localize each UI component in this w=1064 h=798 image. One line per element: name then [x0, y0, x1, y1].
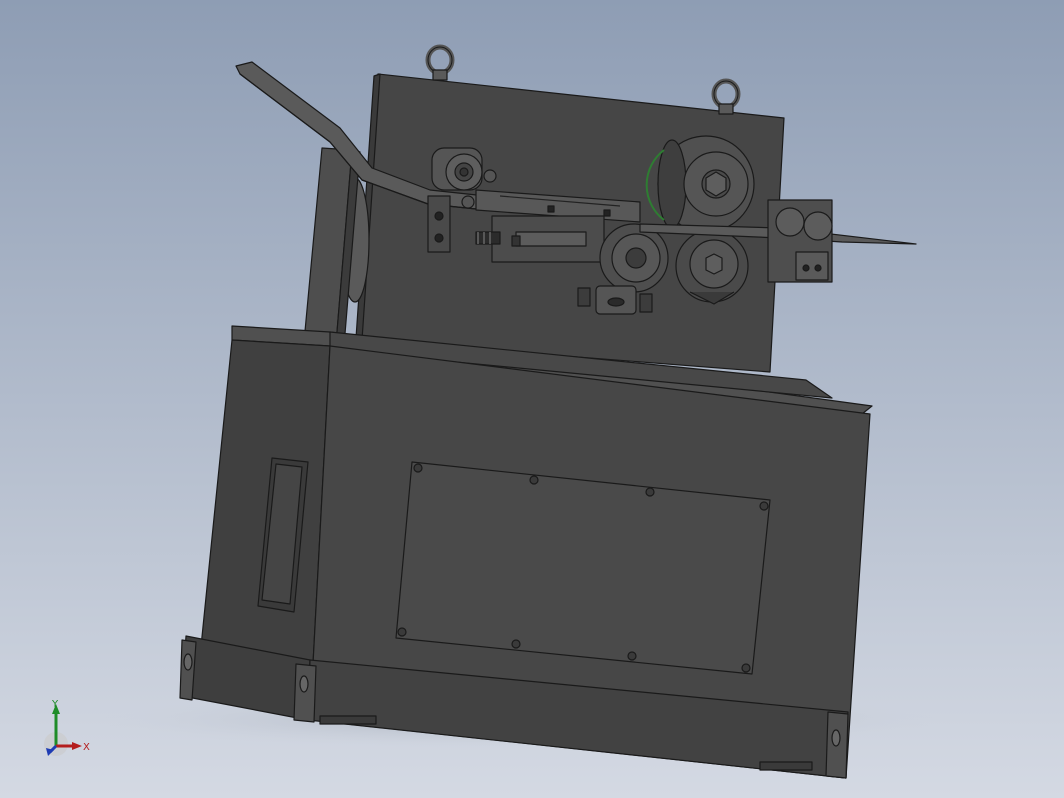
foot-center [293, 663, 317, 723]
sensor-block-left [577, 287, 591, 307]
sensor-block-right [639, 293, 653, 313]
graphics-viewport[interactable]: Y X [0, 0, 1064, 798]
y-axis-label: Y [51, 699, 59, 710]
model-view[interactable]: Y X [0, 0, 1064, 798]
panel-screw [413, 463, 423, 473]
x-axis-label: X [83, 742, 90, 753]
mount-bracket [427, 195, 451, 253]
access-panel[interactable] [395, 461, 771, 675]
